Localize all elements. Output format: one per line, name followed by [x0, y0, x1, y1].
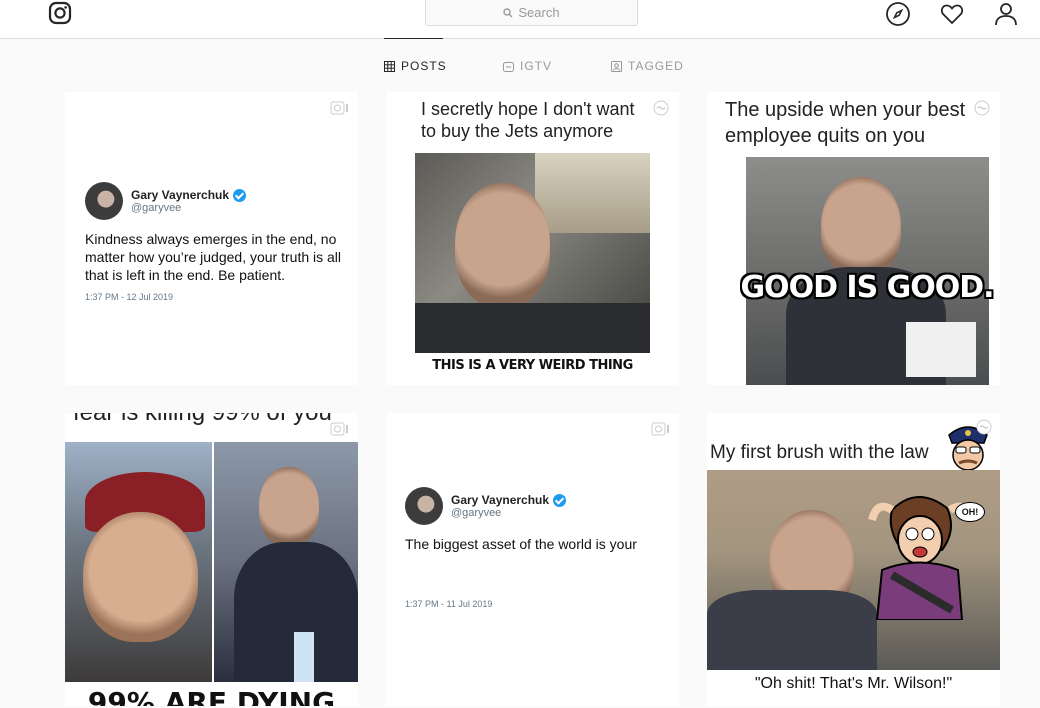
- verified-badge-icon: [553, 493, 567, 507]
- tagged-person-icon: [611, 60, 622, 72]
- tab-igtv-label: IGTV: [520, 59, 553, 73]
- igtv-icon: [976, 419, 992, 435]
- active-tab-indicator: [384, 38, 443, 39]
- search-input[interactable]: Search: [425, 0, 638, 26]
- post-photo: [65, 442, 212, 682]
- post-caption: The upside when your best employee quits…: [725, 99, 966, 147]
- avatar: [85, 182, 123, 220]
- tweet-card: Gary Vaynerchuk @garyvee The biggest ass…: [405, 487, 670, 609]
- post-photo: [214, 442, 358, 682]
- post-caption: fear is killing 99% of you: [73, 413, 353, 427]
- tweet-text: Kindness always emerges in the end, no m…: [85, 231, 342, 283]
- post-photo: OH!: [707, 470, 1000, 670]
- tab-tagged-label: TAGGED: [628, 59, 684, 73]
- post-tile[interactable]: I secretly hope I don't want to buy the …: [386, 92, 679, 385]
- post-caption: My first brush with the law: [710, 442, 929, 463]
- video-icon: [651, 422, 669, 436]
- post-overlay-text: THIS IS A VERY WEIRD THING: [415, 353, 650, 379]
- post-tile[interactable]: The upside when your best employee quits…: [707, 92, 1000, 385]
- post-tile[interactable]: My first brush with the law OH! "Oh shit…: [707, 413, 1000, 706]
- tab-tagged[interactable]: TAGGED: [611, 59, 684, 73]
- post-overlay-text: 99% ARE DYING: [87, 686, 336, 706]
- tweet-handle: @garyvee: [451, 507, 502, 519]
- instagram-logo-icon[interactable]: [48, 1, 72, 25]
- avatar: [405, 487, 443, 525]
- post-caption: I secretly hope I don't want to buy the …: [421, 99, 635, 141]
- top-navigation-bar: Search: [0, 0, 1040, 39]
- video-icon: [330, 422, 348, 436]
- tab-posts-label: POSTS: [401, 59, 447, 73]
- search-placeholder: Search: [518, 5, 560, 20]
- search-icon: [503, 7, 513, 17]
- tweet-date: 1:37 PM - 12 Jul 2019: [85, 292, 174, 302]
- grid-icon: [384, 60, 395, 72]
- verified-badge-icon: [233, 188, 247, 202]
- explore-compass-icon[interactable]: [885, 1, 911, 27]
- tweet-date: 1:37 PM - 11 Jul 2019: [405, 599, 493, 609]
- igtv-icon: [503, 61, 514, 72]
- tweet-author: Gary Vaynerchuk: [451, 493, 550, 507]
- video-icon: [330, 101, 348, 115]
- profile-tabs: POSTS IGTV TAGGED: [0, 38, 1040, 88]
- tweet-author: Gary Vaynerchuk: [131, 188, 230, 202]
- post-photo: [415, 153, 650, 353]
- post-overlay-text: "Oh shit! That's Mr. Wilson!": [754, 675, 953, 692]
- post-overlay-text: GOOD IS GOOD.: [740, 270, 994, 305]
- post-tile[interactable]: fear is killing 99% of you 99% ARE DYING: [65, 413, 358, 706]
- tweet-card: Gary Vaynerchuk @garyvee Kindness always…: [85, 182, 350, 302]
- igtv-icon: [653, 100, 669, 116]
- panicking-cartoon-icon: [868, 496, 974, 620]
- post-tile[interactable]: Gary Vaynerchuk @garyvee Kindness always…: [65, 92, 358, 385]
- profile-person-icon[interactable]: [993, 1, 1019, 27]
- post-tile[interactable]: Gary Vaynerchuk @garyvee The biggest ass…: [386, 413, 679, 706]
- activity-heart-icon[interactable]: [939, 1, 965, 27]
- tweet-handle: @garyvee: [131, 202, 182, 214]
- tab-igtv[interactable]: IGTV: [503, 59, 552, 73]
- speech-bubble: OH!: [955, 502, 985, 522]
- tweet-text: The biggest asset of the world is your: [405, 536, 637, 552]
- tab-posts[interactable]: POSTS: [384, 59, 447, 73]
